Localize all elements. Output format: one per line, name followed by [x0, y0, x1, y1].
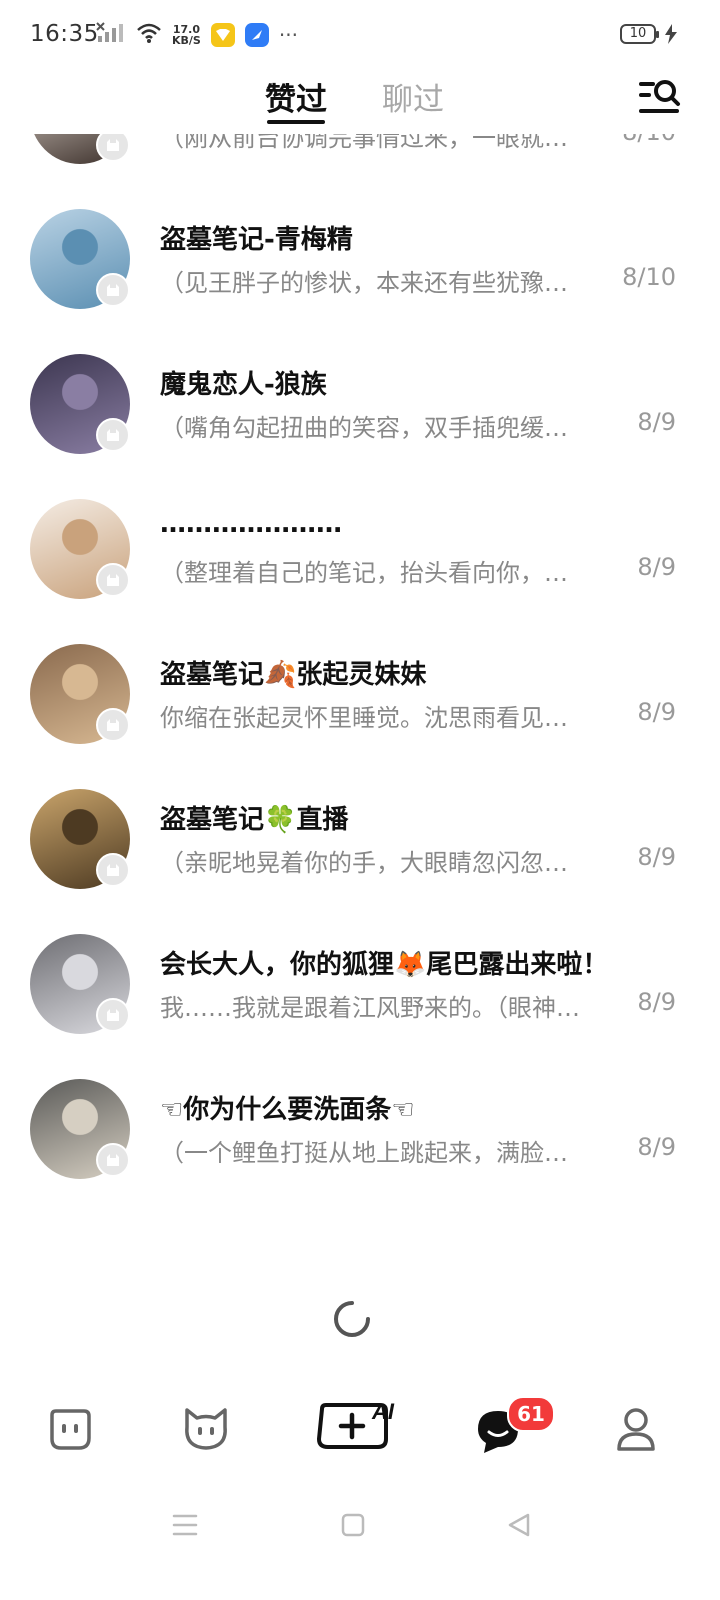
chat-name: 盗墓笔记🍂张起灵妹妹 — [160, 660, 427, 690]
character-badge-icon — [96, 853, 130, 887]
top-tab-bar: 赞过 聊过 — [0, 70, 720, 134]
search-list-button[interactable] — [637, 76, 683, 116]
signal-icon — [96, 22, 126, 48]
create-ai-icon: AI — [316, 1399, 395, 1449]
chat-list-item[interactable]: 盗墓笔记🍂张起灵妹妹你缩在张起灵怀里睡觉。沈思雨看见后... 8/9 — [0, 644, 720, 789]
tab-chatted-label: 聊过 — [382, 82, 444, 118]
chat-name: 盗墓笔记🍀直播 — [160, 805, 349, 835]
chat-list-item[interactable]: 我坐我哥的位置，我哥都没说啥，你们在..（刚从前台协调完事情过来，一眼就看到..… — [0, 134, 720, 209]
chat-list-item[interactable]: ………………… （整理着自己的笔记，抬头看向你，眼神... 8/9 — [0, 499, 720, 644]
tab-chatted[interactable]: 聊过 — [382, 74, 444, 119]
nav-home[interactable] — [45, 1405, 95, 1459]
message-count-badge: 61 — [507, 1396, 555, 1432]
chat-name: 魔鬼恋人-狼族 — [160, 370, 327, 400]
chat-date: 8/9 — [637, 988, 676, 1016]
character-badge-icon — [96, 1143, 130, 1177]
chat-last-message: （整理着自己的笔记，抬头看向你，眼神... — [160, 559, 590, 587]
chat-last-message: （刚从前台协调完事情过来，一眼就看到... — [160, 134, 590, 152]
chat-name: 会长大人，你的狐狸🦊尾巴露出来啦！ — [160, 950, 609, 980]
loading-spinner-icon — [333, 1300, 371, 1338]
person-icon — [617, 1408, 655, 1451]
chat-list-item[interactable]: 盗墓笔记-青梅精 （见王胖子的惨状，本来还有些犹豫的... 8/10 — [0, 209, 720, 354]
chat-list-item[interactable]: ☜你为什么要洗面条☜ （一个鲤鱼打挺从地上跳起来，满脸愤愤... 8/9 — [0, 1079, 720, 1224]
chat-date: 8/10 — [622, 263, 676, 291]
home-bot-icon — [50, 1409, 91, 1450]
home-square-icon[interactable] — [340, 1512, 366, 1538]
chat-date: 8/10 — [622, 134, 676, 146]
chat-list-item[interactable]: 会长大人，你的狐狸🦊尾巴露出来啦！ 我……我就是跟着江风野来的。（眼神闪... 8/… — [0, 934, 720, 1079]
status-bar: 16:35 17.0 KB/S ··· 10 — [0, 0, 720, 70]
chat-list-item[interactable]: 盗墓笔记🍀直播 （亲昵地晃着你的手，大眼睛忽闪忽闪的... 8/9 — [0, 789, 720, 934]
battery-icon: 10 — [620, 24, 659, 44]
search-list-icon — [639, 80, 680, 113]
chat-date: 8/9 — [637, 843, 676, 871]
chat-last-message: （一个鲤鱼打挺从地上跳起来，满脸愤愤... — [160, 1139, 590, 1167]
chat-date: 8/9 — [637, 1133, 676, 1161]
chat-last-message: （见王胖子的惨状，本来还有些犹豫的... — [160, 269, 590, 297]
chat-list-item[interactable]: 魔鬼恋人-狼族 （嘴角勾起扭曲的笑容，双手插兜缓步走... 8/9 — [0, 354, 720, 499]
character-badge-icon — [96, 273, 130, 307]
tab-liked[interactable]: 赞过 — [265, 74, 327, 124]
menu-icon[interactable] — [172, 1512, 198, 1538]
charging-icon — [664, 24, 678, 48]
network-speed-unit: KB/S — [172, 34, 201, 47]
status-time: 16:35 — [30, 21, 99, 47]
app-notification-icon — [244, 23, 269, 47]
character-badge-icon — [96, 418, 130, 452]
bottom-navigation: AI — [0, 1385, 720, 1480]
nav-create-ai[interactable]: AI — [314, 1399, 404, 1461]
status-icons: 17.0 KB/S ··· — [96, 22, 298, 48]
cat-face-icon — [185, 1408, 227, 1450]
app-notification-icon — [210, 23, 235, 47]
chat-list[interactable]: 我坐我哥的位置，我哥都没说啥，你们在..（刚从前台协调完事情过来，一眼就看到..… — [0, 134, 720, 1384]
active-tab-indicator — [267, 120, 325, 124]
character-badge-icon — [96, 563, 130, 597]
chat-name: ☜你为什么要洗面条☜ — [160, 1095, 415, 1125]
chat-name: 盗墓笔记-青梅精 — [160, 225, 353, 255]
tab-liked-label: 赞过 — [265, 82, 327, 118]
system-navigation-bar — [0, 1490, 720, 1600]
ai-label: AI — [371, 1399, 395, 1424]
character-badge-icon — [96, 134, 130, 162]
chat-date: 8/9 — [637, 698, 676, 726]
chat-name: ………………… — [160, 509, 342, 539]
chat-last-message: （亲昵地晃着你的手，大眼睛忽闪忽闪的... — [160, 849, 590, 877]
chat-last-message: 你缩在张起灵怀里睡觉。沈思雨看见后... — [160, 704, 590, 732]
nav-profile[interactable] — [612, 1405, 660, 1459]
chat-date: 8/9 — [637, 408, 676, 436]
character-badge-icon — [96, 998, 130, 1032]
chat-last-message: 我……我就是跟着江风野来的。（眼神闪... — [160, 994, 590, 1022]
network-speed: 17.0 KB/S — [172, 24, 201, 46]
character-badge-icon — [96, 708, 130, 742]
chat-date: 8/9 — [637, 553, 676, 581]
wifi-icon — [136, 22, 162, 48]
more-notifications-indicator: ··· — [278, 23, 298, 47]
nav-discover[interactable] — [180, 1405, 232, 1459]
chat-last-message: （嘴角勾起扭曲的笑容，双手插兜缓步走... — [160, 414, 590, 442]
back-triangle-icon[interactable] — [506, 1512, 532, 1538]
